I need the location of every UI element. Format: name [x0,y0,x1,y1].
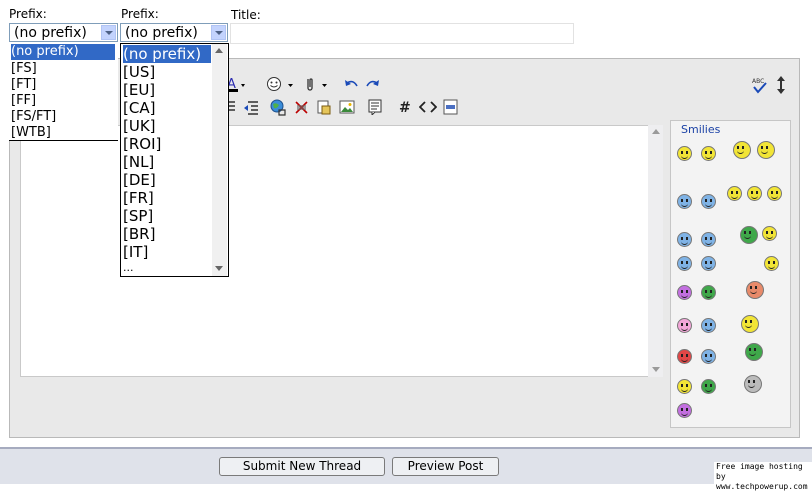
paperclip-icon[interactable] [303,76,327,92]
shocked-icon[interactable] [677,232,692,247]
smilies-title: Smilies [681,123,721,136]
prefix1-label: Prefix: [9,7,47,21]
mad-icon[interactable] [677,349,692,364]
dropdown2-option[interactable]: [EU] [123,81,155,99]
dropdown2-option[interactable]: [FR] [123,189,154,207]
hug-icon[interactable] [757,141,775,159]
dropdown2-option[interactable]: [IT] [123,243,148,261]
watermark-line1: Free image hosting by [716,462,803,481]
eek-icon[interactable] [701,232,716,247]
unlink-icon[interactable] [293,99,309,115]
outdent-icon[interactable] [243,99,259,115]
image-icon[interactable] [339,99,355,115]
slap-icon[interactable] [744,375,762,393]
dropdown1-option[interactable]: (no prefix) [11,44,115,60]
textarea-scrollbar[interactable] [648,125,663,377]
grin-icon[interactable] [701,146,716,161]
spellcheck-icon[interactable]: ABC [751,76,767,94]
cool-icon[interactable] [701,194,716,209]
wink-icon[interactable] [677,194,692,209]
resize-icon[interactable] [776,75,792,94]
dropdown1-option[interactable]: [WTB] [11,125,51,141]
banghead-icon[interactable] [746,281,764,299]
dropdown2-option[interactable]: ... [123,261,134,275]
scroll-down-icon[interactable] [215,266,223,271]
dropdown2-option[interactable]: [ROI] [123,135,161,153]
devil-icon[interactable] [677,285,692,300]
alien-icon[interactable] [740,226,758,244]
code-icon[interactable] [418,99,438,115]
prefix1-dropdown: (no prefix) [FS] [FT] [FF] [FS/FT] [WTB] [9,43,118,141]
rolleyes-icon[interactable] [701,256,716,271]
undo-icon[interactable] [343,77,359,93]
prefix2-label: Prefix: [121,7,159,21]
wave-icon[interactable] [741,315,759,333]
scroll-down-icon[interactable] [652,367,660,372]
link-icon[interactable] [270,99,286,116]
chevron-down-icon[interactable] [211,25,226,40]
sleepy-icon[interactable] [677,256,692,271]
dropdown2-option[interactable]: (no prefix) [123,45,211,63]
prefix2-select[interactable]: (no prefix) [120,23,228,42]
smile-icon[interactable] [677,146,692,161]
dropdown2-option[interactable]: [US] [123,63,155,81]
align-right-icon[interactable] [227,99,243,115]
preview-post-button[interactable]: Preview Post [392,457,499,476]
dropdown1-option[interactable]: [FF] [11,93,36,109]
dropdown2-option[interactable]: [DE] [123,171,156,189]
dropdown2-option[interactable]: [SP] [123,207,153,225]
cheers-icon[interactable] [747,186,762,201]
dropdown2-option[interactable]: [NL] [123,153,154,171]
dropdown1-option[interactable]: [FS/FT] [11,109,56,125]
ghost-icon[interactable] [762,226,777,241]
dropdown1-option[interactable]: [FT] [11,77,36,93]
scroll-up-icon[interactable] [215,48,223,53]
prefix1-select-value: (no prefix) [14,25,87,41]
robin-hood-icon[interactable] [745,343,763,361]
scroll-up-icon[interactable] [652,129,660,134]
dropdown2-option[interactable]: [CA] [123,99,155,117]
svg-text:#: # [399,100,411,115]
dropdown2-scrollbar[interactable] [212,44,227,276]
dropdown1-option[interactable]: [FS] [11,61,37,77]
confused-icon[interactable] [701,318,716,333]
php-icon[interactable] [443,99,459,115]
cheers-icon[interactable] [727,186,742,201]
insert-image-icon[interactable] [316,99,332,115]
watermark: Free image hosting by www.techpowerup.co… [714,462,812,491]
cheers-icon[interactable] [767,186,782,201]
submit-thread-button[interactable]: Submit New Thread [219,457,385,476]
svg-text:ABC: ABC [752,78,764,85]
chevron-down-icon[interactable] [101,25,116,40]
redo-icon[interactable] [365,77,381,93]
toothy-icon[interactable] [701,285,716,300]
hash-icon[interactable]: # [398,99,414,116]
hug-icon[interactable] [733,141,751,159]
prefix1-select[interactable]: (no prefix) [9,23,118,42]
quote-icon[interactable] [367,99,383,117]
sad-icon[interactable] [677,403,692,418]
title-input[interactable] [230,23,574,44]
laugh-icon[interactable] [677,318,692,333]
dropdown2-option[interactable]: [UK] [123,117,156,135]
smiley-icon[interactable] [266,76,293,92]
message-textarea[interactable] [20,125,663,377]
sick-icon[interactable] [701,379,716,394]
dropdown2-option[interactable]: [BR] [123,225,155,243]
nutkick-icon[interactable] [701,349,716,364]
prefix2-dropdown: (no prefix) [US] [EU] [CA] [UK] [ROI] [N… [120,43,229,277]
title-label: Title: [231,8,261,22]
tongue-icon[interactable] [764,256,779,271]
prefix2-select-value: (no prefix) [125,25,198,41]
shadedshu-icon[interactable] [677,379,692,394]
